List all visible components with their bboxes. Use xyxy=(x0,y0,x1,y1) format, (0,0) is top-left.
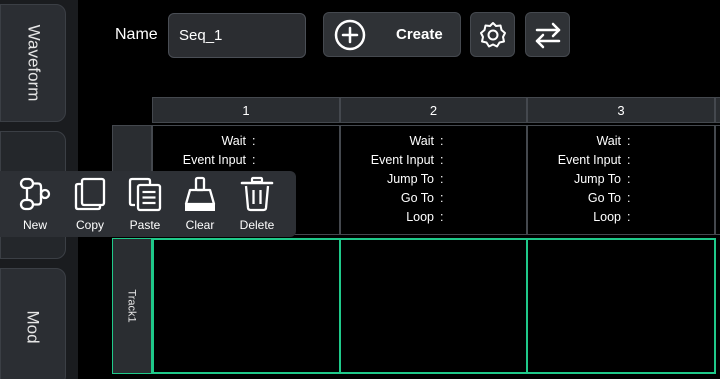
param-label: Go To xyxy=(587,191,621,205)
param-label: Jump To xyxy=(386,172,434,186)
param-separator: : xyxy=(440,210,444,224)
track-label: Track1 xyxy=(126,289,138,323)
paste-icon xyxy=(128,177,162,212)
clear-button-label: Clear xyxy=(185,218,215,232)
param-separator: : xyxy=(440,153,444,167)
track-cell-3[interactable] xyxy=(526,238,716,374)
param-label: Loop xyxy=(593,210,621,224)
param-label: Event Input xyxy=(370,153,434,167)
plus-circle-icon xyxy=(334,19,366,50)
step-cell-3[interactable]: Wait : Event Input : Jump To : Go To : L… xyxy=(527,125,715,235)
column-header: 3 xyxy=(527,97,715,123)
gear-icon xyxy=(479,21,506,47)
delete-button-label: Delete xyxy=(239,218,275,232)
tab-waveform[interactable]: Waveform xyxy=(0,4,66,122)
column-header-edge xyxy=(715,97,720,123)
track-cell-1[interactable] xyxy=(152,238,341,374)
param-separator: : xyxy=(627,172,631,186)
param-separator: : xyxy=(627,153,631,167)
create-button-label: Create xyxy=(396,26,443,43)
tab-waveform-label: Waveform xyxy=(24,24,44,102)
new-button-label: New xyxy=(22,218,47,232)
broom-icon xyxy=(184,176,216,211)
step-cell-edge xyxy=(715,125,720,235)
param-separator: : xyxy=(440,172,444,186)
param-label: Wait xyxy=(221,134,246,148)
tab-mod-label: Mod xyxy=(23,310,43,344)
param-separator: : xyxy=(440,134,444,148)
tab-mod[interactable]: Mod xyxy=(0,268,66,379)
param-label: Event Input xyxy=(182,153,246,167)
column-header: 2 xyxy=(340,97,527,123)
name-label: Name xyxy=(115,26,158,43)
step-cell-2[interactable]: Wait : Event Input : Jump To : Go To : L… xyxy=(340,125,527,235)
column-header: 1 xyxy=(152,97,340,123)
trash-icon xyxy=(240,176,274,212)
param-label: Wait xyxy=(596,134,621,148)
copy-button-label: Copy xyxy=(75,218,104,232)
param-separator: : xyxy=(627,191,631,205)
copy-button[interactable]: Copy xyxy=(62,175,118,235)
param-label: Jump To xyxy=(573,172,621,186)
paste-button-label: Paste xyxy=(129,218,161,232)
param-separator: : xyxy=(627,210,631,224)
edit-toolbar: New Copy Paste Clear Delete xyxy=(0,171,296,237)
copy-icon xyxy=(74,177,106,211)
paste-button[interactable]: Paste xyxy=(117,175,173,235)
param-label: Go To xyxy=(400,191,434,205)
swap-arrows-icon xyxy=(535,22,560,48)
new-sequence-icon xyxy=(19,177,51,211)
settings-button[interactable] xyxy=(470,12,515,57)
param-separator: : xyxy=(440,191,444,205)
track-cell-2[interactable] xyxy=(339,238,528,374)
create-button[interactable]: Create xyxy=(323,12,461,57)
param-separator: : xyxy=(252,134,256,148)
param-label: Event Input xyxy=(557,153,621,167)
param-label: Loop xyxy=(406,210,434,224)
track-header[interactable]: Track1 xyxy=(112,238,152,374)
clear-button[interactable]: Clear xyxy=(172,175,228,235)
param-separator: : xyxy=(252,153,256,167)
param-label: Wait xyxy=(409,134,434,148)
new-button[interactable]: New xyxy=(7,175,63,235)
param-separator: : xyxy=(627,134,631,148)
delete-button[interactable]: Delete xyxy=(229,175,285,235)
swap-button[interactable] xyxy=(525,12,570,57)
name-input[interactable] xyxy=(168,13,306,58)
